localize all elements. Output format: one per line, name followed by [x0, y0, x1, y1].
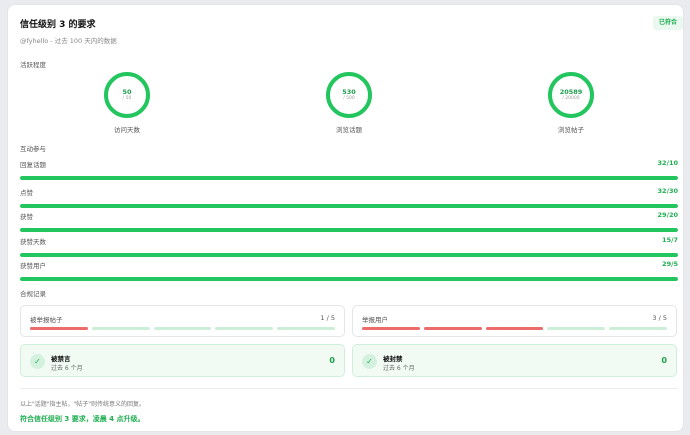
report-segments [30, 327, 335, 330]
ring-posts-viewed: 20589 / 20000 浏览帖子 [526, 72, 616, 134]
report-label: 被举报帖子 [30, 316, 63, 324]
ring-target: / 500 [343, 95, 355, 101]
reported-users-box: 举报用户 3 / 5 [352, 305, 677, 337]
progress-track [20, 204, 678, 208]
ring-visit-days: 50 / 50 访问天数 [82, 72, 172, 134]
progress-fill [20, 204, 678, 208]
progress-ring: 50 / 50 [104, 72, 150, 118]
report-value: 3 / 5 [652, 314, 667, 322]
bar-label: 回复话题 [20, 161, 46, 169]
silenced-box: ✓ 被禁言 过去 6 个月 0 [20, 344, 345, 377]
activity-section-label: 活跃程度 [20, 61, 46, 69]
ring-topics-viewed: 530 / 500 浏览话题 [304, 72, 394, 134]
ban-title: 被禁言 [51, 355, 71, 363]
progress-fill [20, 176, 678, 180]
report-segment [277, 327, 335, 330]
reported-posts-box: 被举报帖子 1 / 5 [20, 305, 345, 337]
report-segment [423, 327, 482, 330]
ring-label: 访问天数 [114, 126, 140, 134]
report-segment [485, 327, 544, 330]
bar-value: 29/5 [662, 260, 678, 268]
check-icon: ✓ [30, 354, 45, 369]
divider [20, 388, 678, 389]
ring-value: 50 [122, 87, 132, 96]
page-title: 信任级别 3 的要求 [20, 20, 96, 30]
status-badge: 已符合 [653, 16, 683, 30]
ring-target: / 20000 [562, 95, 580, 101]
report-segment [547, 327, 606, 330]
report-segment [215, 327, 274, 330]
progress-fill [20, 253, 678, 257]
bar-value: 32/10 [657, 159, 678, 167]
progress-fill [20, 228, 678, 232]
bar-value: 15/7 [662, 236, 678, 244]
ring-value: 530 [342, 87, 356, 96]
suspended-box: ✓ 被封禁 过去 6 个月 0 [352, 344, 677, 377]
bar-label: 获赞用户 [20, 262, 46, 270]
bar-label: 点赞 [20, 189, 33, 197]
report-segment [362, 327, 420, 330]
footnote: 以上"话题"指主帖，"帖子"则传统意义的回复。 [20, 401, 146, 408]
progress-ring: 20589 / 20000 [548, 72, 594, 118]
page-subtitle: @fyhello - 过去 100 天内的数据 [20, 37, 117, 45]
check-icon: ✓ [362, 354, 377, 369]
bar-replies: 回复话题 32/10 [20, 159, 678, 180]
conclusion-text: 符合信任级别 3 要求，凌晨 4 点升级。 [20, 415, 145, 423]
report-segment [609, 327, 667, 330]
progress-track [20, 228, 678, 232]
ban-count: 0 [329, 356, 335, 365]
bar-likes-received: 获赞 29/20 [20, 211, 678, 232]
report-segment [30, 327, 88, 330]
trust-level-card: 信任级别 3 的要求 @fyhello - 过去 100 天内的数据 已符合 活… [7, 4, 684, 432]
report-value: 1 / 5 [320, 314, 335, 322]
interaction-section-label: 互动参与 [20, 145, 46, 153]
bar-value: 32/30 [657, 187, 678, 195]
report-segment [153, 327, 212, 330]
progress-ring: 530 / 500 [326, 72, 372, 118]
progress-track [20, 253, 678, 257]
compliance-section-label: 合规记录 [20, 290, 46, 298]
ban-subtitle: 过去 6 个月 [383, 365, 415, 372]
report-segment [91, 327, 150, 330]
progress-fill [20, 277, 678, 281]
progress-track [20, 277, 678, 281]
ban-title: 被封禁 [383, 355, 403, 363]
bar-label: 获赞 [20, 213, 33, 221]
ring-value: 20589 [559, 87, 583, 96]
progress-track [20, 176, 678, 180]
bar-liked-users: 获赞用户 29/5 [20, 260, 678, 281]
report-segments [362, 327, 667, 330]
ring-target: / 50 [122, 95, 132, 101]
bar-value: 29/20 [657, 211, 678, 219]
ban-count: 0 [661, 356, 667, 365]
report-label: 举报用户 [362, 316, 388, 324]
bar-label: 获赞天数 [20, 238, 46, 246]
bar-liked-days: 获赞天数 15/7 [20, 236, 678, 257]
ring-label: 浏览话题 [336, 126, 362, 134]
ban-subtitle: 过去 6 个月 [51, 365, 83, 372]
bar-likes-given: 点赞 32/30 [20, 187, 678, 208]
ring-label: 浏览帖子 [558, 126, 584, 134]
